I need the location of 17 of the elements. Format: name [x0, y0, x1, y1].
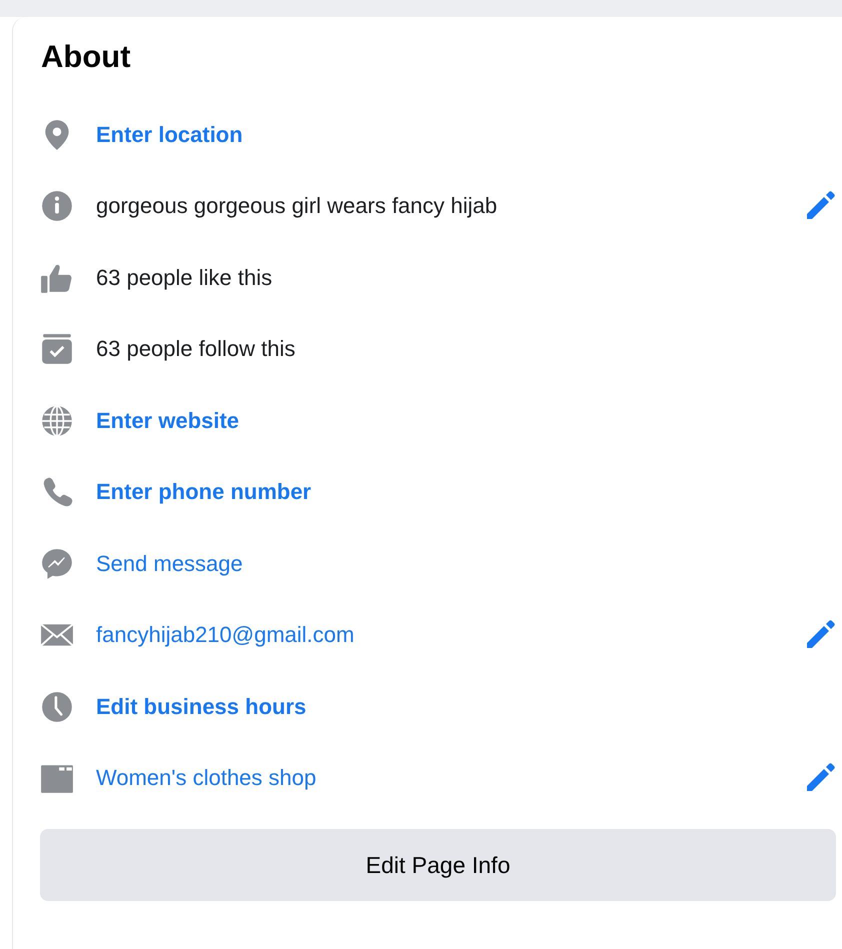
prompt-link[interactable]: Enter location [96, 122, 243, 148]
info-icon [40, 189, 74, 224]
globe-icon [40, 404, 74, 438]
box-check-icon [40, 332, 74, 366]
edit-page-info-button[interactable]: Edit Page Info [40, 829, 836, 901]
info-text: 63 people follow this [96, 336, 296, 362]
prompt-link[interactable]: Edit business hours [96, 694, 306, 720]
info-link[interactable]: Women's clothes shop [96, 765, 316, 792]
prompt-link[interactable]: Enter phone number [96, 479, 312, 506]
info-text: gorgeous gorgeous girl wears fancy hijab [96, 193, 498, 220]
info-link[interactable]: fancyhijab210@gmail.com [96, 622, 354, 648]
clock-icon [40, 690, 74, 724]
info-text: 63 people like this [96, 264, 272, 291]
card-title: About [41, 38, 132, 76]
prompt-link[interactable]: Enter website [96, 408, 240, 434]
info-link[interactable]: Send message [96, 550, 243, 577]
chat-bubble-icon [40, 546, 74, 581]
